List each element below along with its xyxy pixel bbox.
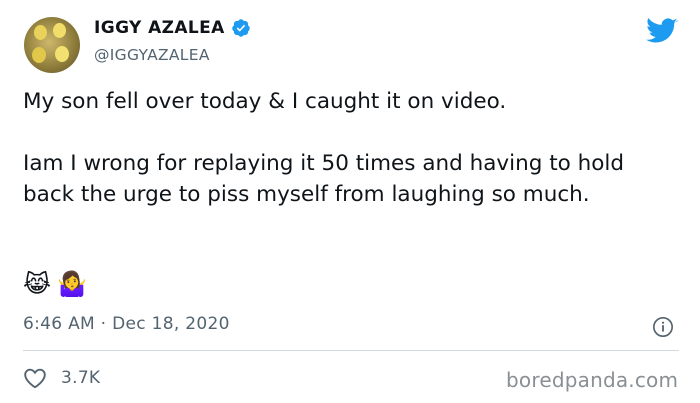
tweet-paragraph: Iam I wrong for replaying it 50 times an…: [23, 151, 625, 207]
like-count: 3.7K: [61, 368, 101, 388]
avatar-figure: [55, 46, 69, 62]
author-name-row[interactable]: IGGY AZALEA: [94, 18, 251, 38]
heart-icon[interactable]: [23, 367, 47, 389]
divider: [23, 350, 679, 351]
tweet-timestamp[interactable]: 6:46 AM · Dec 18, 2020: [23, 314, 230, 334]
avatar-figure: [53, 23, 66, 38]
tweet-paragraph: My son fell over today & I caught it on …: [23, 89, 507, 114]
author-handle[interactable]: @IGGYAZALEA: [94, 46, 210, 64]
tweet-text: My son fell over today & I caught it on …: [23, 86, 673, 210]
cat-tears-of-joy-emoji: 😹: [23, 270, 52, 298]
twitter-bird-icon[interactable]: [646, 18, 678, 45]
avatar[interactable]: [24, 17, 80, 73]
avatar-figure: [32, 47, 46, 63]
info-icon[interactable]: [652, 316, 674, 338]
author-name[interactable]: IGGY AZALEA: [94, 18, 225, 38]
verified-badge-icon: [231, 19, 250, 37]
tweet-emojis: 😹 🤷‍♀️: [23, 270, 87, 298]
woman-shrugging-emoji: 🤷‍♀️: [57, 270, 87, 298]
watermark: boredpanda.com: [506, 368, 679, 392]
like-button[interactable]: 3.7K: [23, 367, 100, 389]
avatar-figure: [34, 25, 47, 40]
